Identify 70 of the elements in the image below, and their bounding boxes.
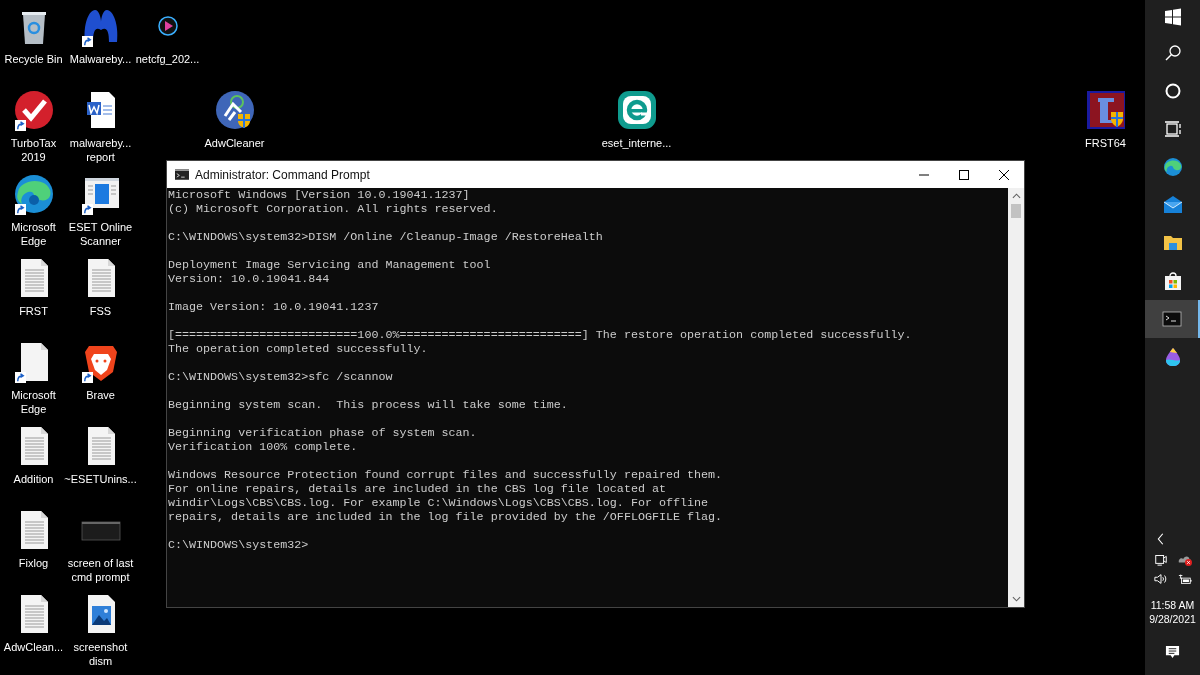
desktop-icon-label[interactable]: AdwCleaner <box>200 136 269 150</box>
desktop-icon-label[interactable]: FSS <box>66 304 135 318</box>
console-line: (c) Microsoft Corporation. All rights reserved. <box>168 202 499 216</box>
shortcut-arrow-icon <box>81 372 93 383</box>
taskbar-button[interactable] <box>1145 300 1200 338</box>
desktop-icon-label[interactable]: AdwClean... <box>0 640 68 654</box>
window-title: Administrator: Command Prompt <box>195 167 370 182</box>
console-line: Microsoft Windows [Version 10.0.19041.1237] <box>168 188 471 202</box>
terminal-icon <box>1161 309 1182 329</box>
folder-icon <box>1162 233 1183 253</box>
webcam-icon[interactable] <box>1153 552 1168 566</box>
mail-icon <box>1162 195 1183 215</box>
desktop-icon-label[interactable]: Malwareby... <box>66 52 135 66</box>
console-line: Image Version: 10.0.19041.1237 <box>168 300 380 314</box>
scrollbar[interactable] <box>1008 188 1024 607</box>
checkmark-circle-icon[interactable] <box>13 90 54 130</box>
shortcut-arrow-icon <box>14 204 26 215</box>
notification-icon[interactable] <box>1165 644 1180 659</box>
speaker-icon[interactable] <box>1153 572 1168 586</box>
shield-globe-icon[interactable] <box>214 90 255 130</box>
console-line: Windows Resource Protection found corrupt files and successfully repaired them. <box>168 468 724 482</box>
desktop-icon-label[interactable]: Microsoft Edge <box>0 388 68 416</box>
shield-app-icon[interactable] <box>1085 90 1126 130</box>
desktop-icon-label[interactable]: malwareby... report <box>66 136 135 164</box>
console-line: Version: 10.0.19041.844 <box>168 272 331 286</box>
console-line: Deployment Image Servicing and Management tool <box>168 258 492 272</box>
desktop-icon-label[interactable]: ESET Online Scanner <box>66 220 135 248</box>
shortcut-arrow-icon <box>14 372 26 383</box>
console-line: For online repairs, details are included in the CBS log file located at <box>168 482 667 496</box>
console-line: C:\WINDOWS\system32> <box>168 538 310 552</box>
desktop-icon-label[interactable]: Fixlog <box>0 556 68 570</box>
desktop-icon-label[interactable]: FRST64 <box>1071 136 1140 150</box>
task-view-icon <box>1162 119 1183 139</box>
scroll-down-icon[interactable] <box>1011 596 1021 602</box>
close-icon <box>999 169 1009 180</box>
desktop-icon-label[interactable]: eset_interne... <box>601 136 672 150</box>
console-line: C:\WINDOWS\system32>DISM /Online /Cleanup-Image /RestoreHealth <box>168 230 604 244</box>
console-line: Beginning verification phase of system scan. <box>168 426 478 440</box>
desktop-icon-label[interactable]: netcfg_202... <box>133 52 202 66</box>
desktop-icon-label[interactable]: Recycle Bin <box>0 52 68 66</box>
desktop-icon-label[interactable]: ~ESETUnins... <box>64 472 137 486</box>
desktop-icon-label[interactable]: screen of last cmd prompt <box>66 556 135 584</box>
console-line: repairs, details are included in the log file provided by the /OFFLOGFILE flag. <box>168 510 724 524</box>
windows-start-icon <box>1162 7 1183 27</box>
e-logo-icon[interactable] <box>616 90 657 130</box>
desktop-icon-label[interactable]: Microsoft Edge <box>0 220 68 248</box>
console-line: Verification 100% complete. <box>168 440 359 454</box>
maximize-icon <box>959 169 969 180</box>
shortcut-arrow-icon <box>14 120 26 131</box>
scroll-up-icon[interactable] <box>1011 193 1021 199</box>
desktop-icon-label[interactable]: screenshot dism <box>66 640 135 668</box>
console-line: Beginning system scan. This process will take some time. <box>168 398 569 412</box>
scrollbar-thumb[interactable] <box>1011 204 1021 218</box>
shopping-bag-icon <box>1162 271 1183 291</box>
browser-swirl-icon <box>1162 157 1183 177</box>
console-line: windir\Logs\CBS\CBS.log. For example C:\Windows\Logs\CBS\CBS.log. For offline <box>168 496 710 510</box>
console-line: C:\WINDOWS\system32>sfc /scannow <box>168 370 394 384</box>
desktop-icon-label[interactable]: Brave <box>66 388 135 402</box>
terminal-icon <box>175 169 189 180</box>
clock-date: 9/28/2021 <box>1149 612 1196 626</box>
browser-swirl-icon[interactable] <box>13 174 54 214</box>
shortcut-arrow-icon <box>81 204 93 215</box>
clock-time: 11:58 AM <box>1150 598 1195 612</box>
desktop-icon-label[interactable]: TurboTax 2019 <box>0 136 68 164</box>
battery-icon[interactable] <box>1177 572 1192 586</box>
clock[interactable]: 11:58 AM 9/28/2021 <box>1149 598 1196 626</box>
console-line: [==========================100.0%==========================] The restore operation completed successfully. <box>168 328 913 342</box>
console-line: The operation completed successfully. <box>168 342 429 356</box>
shortcut-arrow-icon <box>81 36 93 47</box>
desktop-icon-label[interactable]: FRST <box>0 304 68 318</box>
